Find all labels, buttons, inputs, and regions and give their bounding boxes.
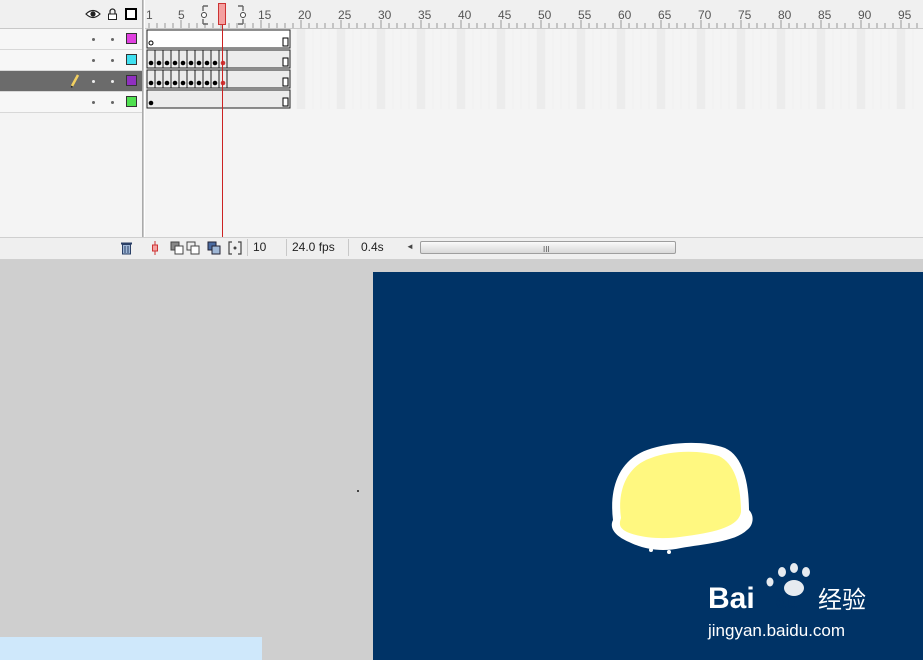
ruler-label: 15 <box>258 8 272 22</box>
edit-multiple-frames-icon[interactable] <box>207 241 221 255</box>
layer-row[interactable] <box>0 92 142 113</box>
keyframe-icon <box>204 80 210 86</box>
keyframe-icon <box>196 60 202 66</box>
ruler-label: 20 <box>298 8 312 22</box>
empty-keyframe-icon <box>148 40 154 46</box>
ruler-label: 50 <box>538 8 552 22</box>
watermark-brand: Bai <box>708 582 755 615</box>
keyframe-icon <box>164 60 170 66</box>
playhead[interactable] <box>218 3 226 25</box>
ruler-label: 45 <box>498 8 512 22</box>
frame-rate-field[interactable]: 24.0 fps <box>286 239 348 256</box>
ruler-label: 65 <box>658 8 672 22</box>
ruler-label: 80 <box>778 8 792 22</box>
yellow-blob-shape[interactable] <box>607 438 755 558</box>
ruler-label: 1 <box>146 8 153 22</box>
watermark-suffix: 经验 <box>818 586 866 614</box>
ruler-label: 25 <box>338 8 352 22</box>
scroll-left-arrow[interactable]: ◄ <box>406 242 414 251</box>
baidu-watermark: Bai du 经验 jingyan.baidu.com <box>707 563 866 640</box>
frame-row <box>146 89 291 109</box>
keyframe-icon <box>212 60 218 66</box>
current-frame-field[interactable]: 10 <box>247 239 287 256</box>
visibility-dot[interactable] <box>92 80 95 83</box>
keyframe-icon <box>204 60 210 66</box>
keyframe-icon <box>148 100 154 106</box>
ruler-label: 95 <box>898 8 912 22</box>
layer-color-swatch[interactable] <box>126 54 137 65</box>
stage-dot <box>357 490 359 492</box>
ruler-label: 35 <box>418 8 432 22</box>
end-frame-icon <box>282 97 289 107</box>
ruler-label: 85 <box>818 8 832 22</box>
layer-list <box>0 29 142 113</box>
playhead-line <box>222 3 223 237</box>
onion-marker-start[interactable] <box>199 5 211 25</box>
ruler-label: 75 <box>738 8 752 22</box>
ruler-label: 60 <box>618 8 632 22</box>
layer-header <box>0 0 142 29</box>
keyframe-icon <box>180 60 186 66</box>
keyframe-icon <box>156 60 162 66</box>
keyframe-icon <box>148 60 154 66</box>
timeline-horizontal-scrollbar[interactable]: ◄ III <box>404 240 923 255</box>
ruler-label: 40 <box>458 8 472 22</box>
keyframe-icon <box>164 80 170 86</box>
keyframe-icon <box>188 60 194 66</box>
end-frame-icon <box>282 37 289 47</box>
end-frame-icon <box>282 57 289 67</box>
frame-ruler[interactable]: 1 5 15 20 25 30 35 40 45 50 55 60 65 70 75 80 85 90 95 <box>145 0 923 29</box>
lock-icon[interactable] <box>107 8 118 20</box>
layer-color-swatch[interactable] <box>126 33 137 44</box>
onion-skin-icon[interactable] <box>170 241 184 255</box>
lock-dot[interactable] <box>111 101 114 104</box>
keyframe-icon <box>172 80 178 86</box>
visibility-dot[interactable] <box>92 101 95 104</box>
lock-dot[interactable] <box>111 80 114 83</box>
layer-row[interactable] <box>0 29 142 50</box>
keyframe-icon <box>196 80 202 86</box>
outline-square-icon[interactable] <box>125 8 137 20</box>
ruler-label: 55 <box>578 8 592 22</box>
timeline-panel: 1 5 15 20 25 30 35 40 45 50 55 60 65 70 75 80 85 90 95 <box>0 0 923 259</box>
end-frame-icon <box>282 77 289 87</box>
frame-row <box>146 69 291 89</box>
keyframe-icon <box>180 80 186 86</box>
watermark-brand-du: du <box>776 592 798 612</box>
pencil-icon <box>70 74 80 88</box>
visibility-dot[interactable] <box>92 38 95 41</box>
keyframe-icon <box>172 60 178 66</box>
eye-icon[interactable] <box>85 8 101 20</box>
watermark-url: jingyan.baidu.com <box>707 621 845 640</box>
frames-grid[interactable] <box>145 29 923 109</box>
layer-row-active[interactable] <box>0 71 142 92</box>
timeline-toolbar: 10 24.0 fps 0.4s ◄ III <box>0 237 923 259</box>
frame-row <box>146 29 291 49</box>
scrollbar-thumb[interactable]: III <box>420 241 676 254</box>
frame-row <box>146 49 291 69</box>
layer-color-swatch[interactable] <box>126 96 137 107</box>
frames-grid-cells[interactable] <box>145 29 923 109</box>
lock-dot[interactable] <box>111 38 114 41</box>
layer-color-swatch[interactable] <box>126 75 137 86</box>
ruler-label: 30 <box>378 8 392 22</box>
ruler-label: 70 <box>698 8 712 22</box>
keyframe-icon <box>156 80 162 86</box>
trash-icon[interactable] <box>120 241 133 255</box>
onion-marker-end[interactable] <box>236 5 248 25</box>
ruler-label: 90 <box>858 8 872 22</box>
elapsed-time-field: 0.4s <box>348 239 409 256</box>
modify-onion-markers-icon[interactable] <box>228 241 242 255</box>
layer-row[interactable] <box>0 50 142 71</box>
scrollbar-grip: III <box>543 245 550 254</box>
lock-dot[interactable] <box>111 59 114 62</box>
ruler-label: 5 <box>178 8 185 22</box>
keyframe-icon <box>188 80 194 86</box>
onion-skin-outlines-icon[interactable] <box>186 241 200 255</box>
keyframe-icon <box>212 80 218 86</box>
center-frame-icon[interactable] <box>149 241 161 255</box>
visibility-dot[interactable] <box>92 59 95 62</box>
properties-panel-edge <box>0 637 262 660</box>
keyframe-icon <box>148 80 154 86</box>
